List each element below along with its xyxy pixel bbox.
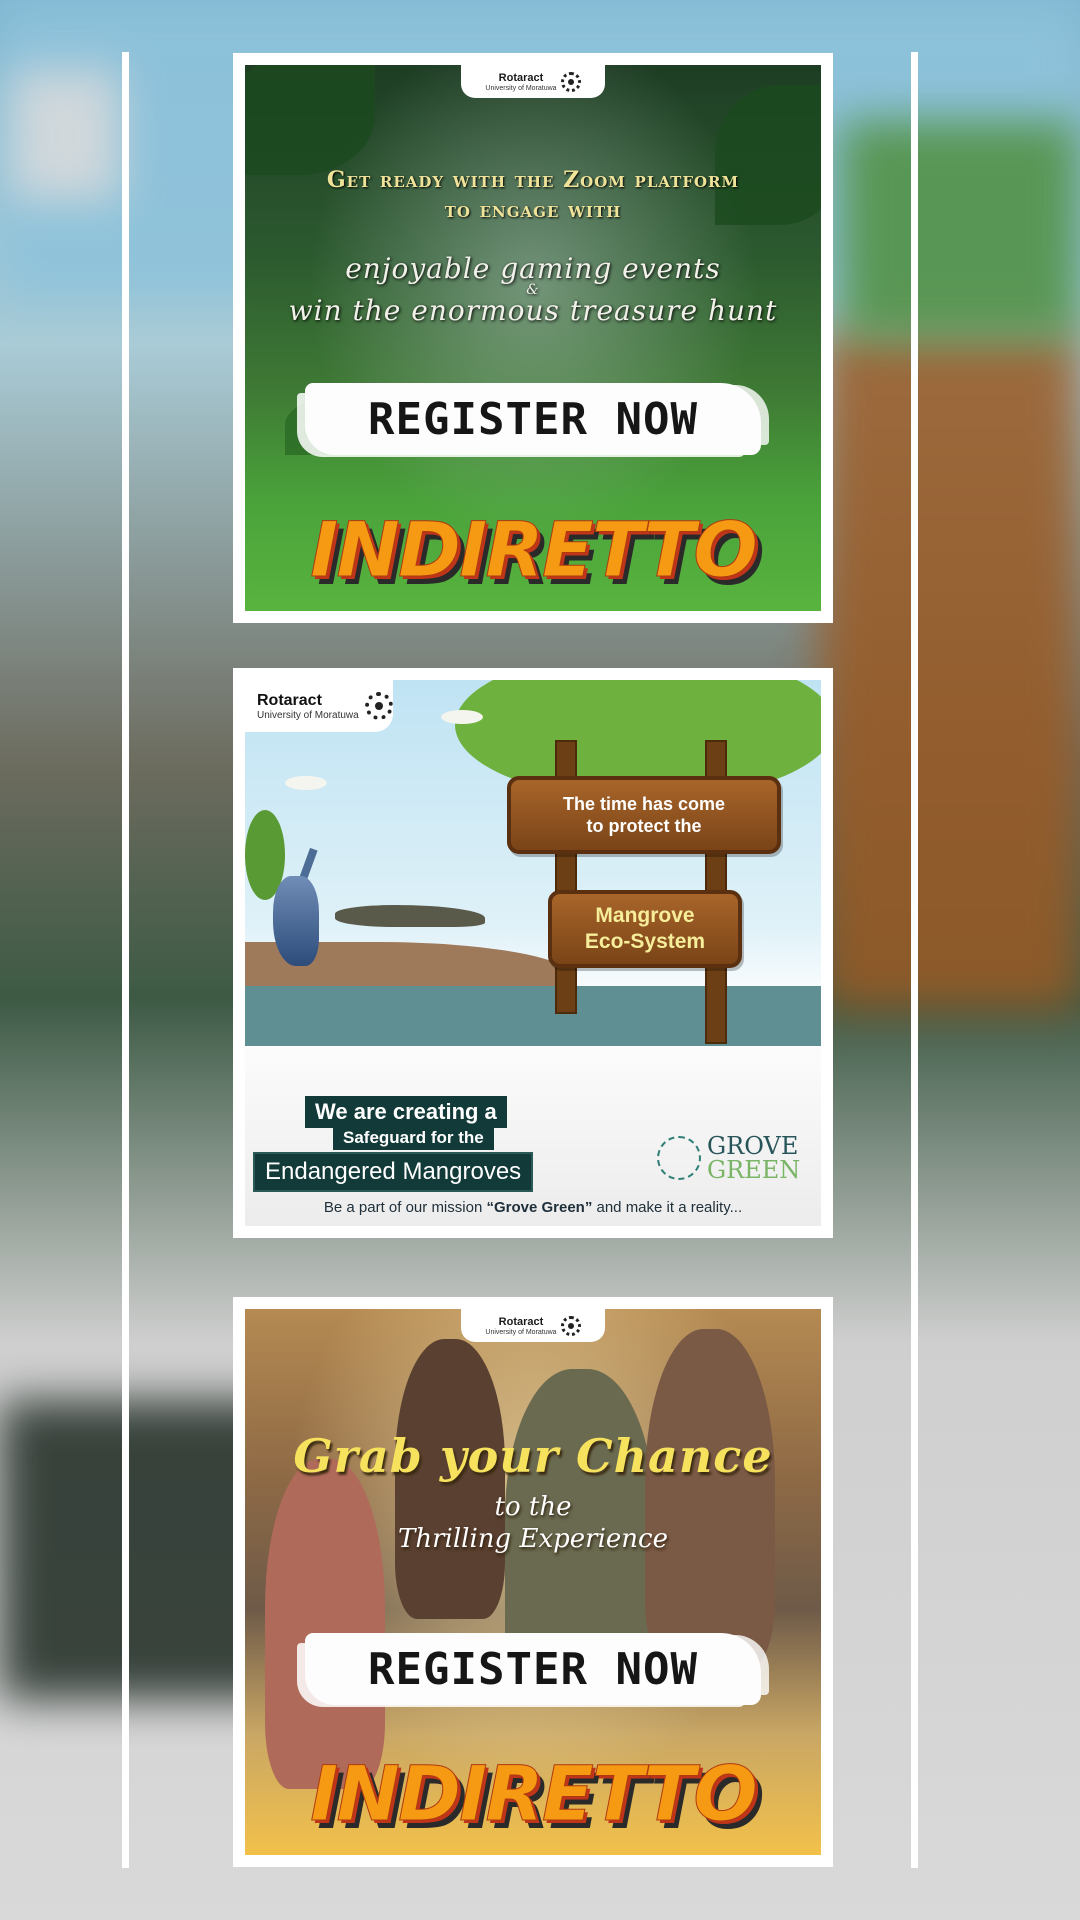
sign-line: to protect the — [586, 816, 702, 836]
register-now-banner[interactable]: REGISTER NOW — [305, 1633, 761, 1705]
indiretto-logo: INDIRETTO — [310, 1749, 759, 1839]
rotaract-org: University of Moratuwa — [485, 1328, 557, 1336]
river-water — [245, 986, 821, 1046]
footer-text-end: and make it a reality... — [592, 1199, 743, 1216]
rotaract-name: Rotaract — [498, 71, 544, 84]
rotary-wheel-icon — [560, 1315, 581, 1336]
rotaract-org: University of Moratuwa — [485, 84, 557, 92]
poster-card-2[interactable]: The time has come to protect the Mangrove… — [233, 668, 833, 1238]
banner-line-creating: We are creating a — [305, 1096, 507, 1128]
script-line: win the enormous treasure hunt — [288, 294, 778, 327]
banner-line-safeguard: Safeguard for the — [333, 1126, 494, 1150]
mission-footer: Be a part of our mission “Grove Green” a… — [245, 1199, 821, 1216]
tree-icon — [657, 1136, 701, 1180]
rotaract-name: Rotaract — [498, 1315, 544, 1328]
poster-script-text: enjoyable gaming events & win the enormo… — [245, 251, 821, 329]
egret-bird — [441, 710, 483, 724]
footer-highlight: “Grove Green” — [486, 1199, 593, 1216]
thrilling-subtitle: to the Thrilling Experience — [245, 1491, 821, 1555]
rotaract-name: Rotaract — [257, 691, 322, 709]
rotary-wheel-icon — [364, 692, 393, 720]
right-border-line — [911, 52, 918, 1868]
rotary-wheel-icon — [560, 71, 581, 92]
jungle-poster: Rotaract University of Moratuwa Get ready… — [245, 65, 821, 611]
crocodile-illustration — [335, 905, 485, 927]
rotaract-org: University of Moratuwa — [257, 709, 359, 721]
adventure-poster: Rotaract University of Moratuwa Grab your… — [245, 1309, 821, 1855]
sign-line: Mangrove — [595, 904, 695, 927]
subtitle-line: Thrilling Experience — [398, 1524, 668, 1554]
grab-your-chance-headline: Grab your Chance — [293, 1429, 773, 1483]
headline-line: to engage with — [444, 197, 622, 223]
rotaract-badge: Rotaract University of Moratuwa — [245, 680, 393, 732]
background-stamp — [10, 70, 120, 200]
green-word: GREEN — [707, 1156, 801, 1184]
banner-line-endangered: Endangered Mangroves — [253, 1152, 534, 1192]
footer-text: Be a part of our mission — [323, 1199, 487, 1216]
background-wood-sign — [820, 330, 1080, 1010]
leaf-decoration — [245, 65, 375, 175]
background-foliage — [840, 120, 1080, 340]
mangrove-poster: The time has come to protect the Mangrove… — [245, 680, 821, 1226]
poster-headline: Get ready with the Zoom platform to enga… — [245, 165, 821, 225]
indiretto-logo: INDIRETTO — [310, 505, 759, 595]
register-now-banner[interactable]: REGISTER NOW — [305, 383, 761, 455]
headline-line: Get ready with the Zoom platform — [326, 167, 740, 193]
sign-line: The time has come — [562, 794, 726, 814]
heron-illustration — [273, 876, 319, 966]
sign-line: Eco-System — [584, 930, 706, 953]
poster-card-1[interactable]: Rotaract University of Moratuwa Get ready… — [233, 53, 833, 623]
subtitle-line: to the — [494, 1492, 572, 1522]
left-border-line — [122, 52, 129, 1868]
grove-green-logo: GROVE GREEN — [657, 1134, 800, 1182]
poster-card-3[interactable]: Rotaract University of Moratuwa Grab your… — [233, 1297, 833, 1867]
wooden-sign-protect: The time has come to protect the — [507, 776, 781, 854]
egret-bird — [285, 776, 327, 790]
wooden-sign-mangrove: Mangrove Eco-System — [548, 890, 742, 968]
rotaract-badge: Rotaract University of Moratuwa — [461, 1309, 605, 1342]
rotaract-badge: Rotaract University of Moratuwa — [461, 65, 605, 98]
